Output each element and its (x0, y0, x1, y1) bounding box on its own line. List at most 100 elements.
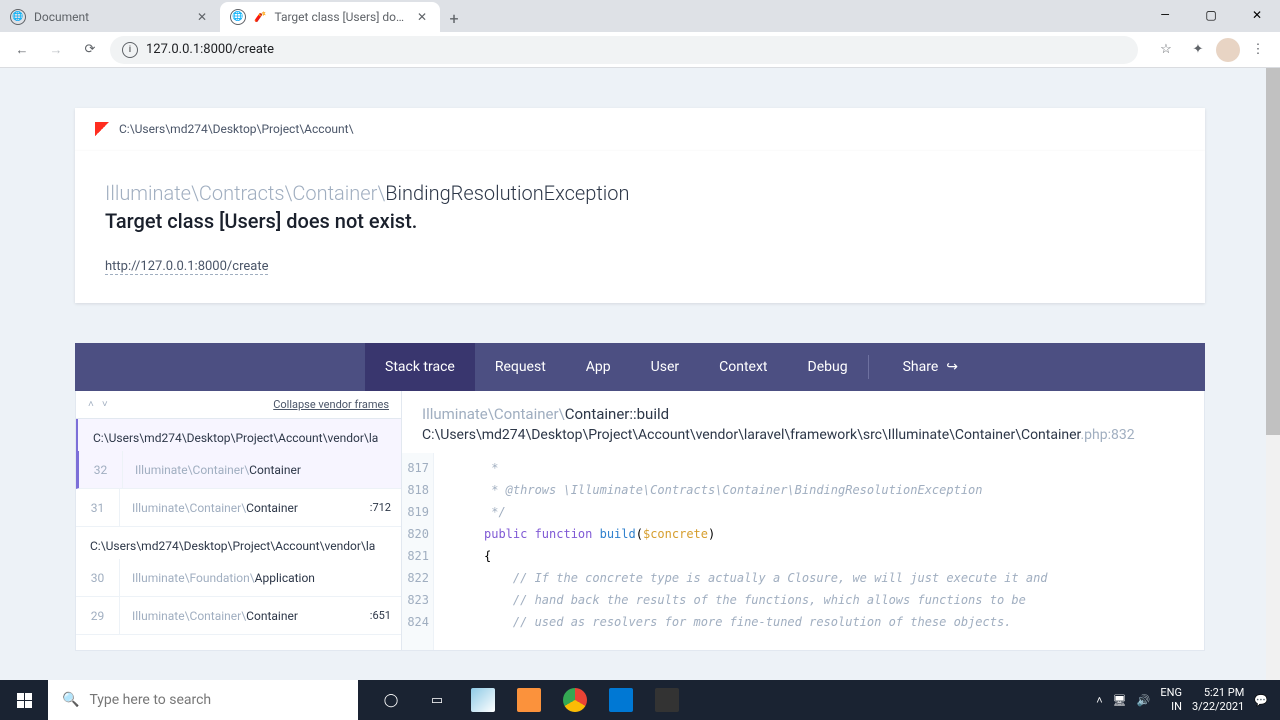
clock[interactable]: 5:21 PM3/22/2021 (1192, 686, 1244, 715)
url-text: 127.0.0.1:8000/create (146, 42, 274, 57)
code-namespace: Illuminate\Container\ (422, 405, 565, 423)
site-info-icon[interactable]: i (122, 42, 138, 58)
search-icon: 🔍 (62, 692, 79, 708)
stack-frame[interactable]: 31 Illuminate\Container\Container :712 (76, 489, 401, 527)
network-icon[interactable]: 🖥 (1113, 694, 1127, 707)
page-content: C:\Users\md274\Desktop\Project\Account\ … (0, 68, 1280, 680)
frame-number: 30 (76, 559, 120, 596)
start-button[interactable] (0, 680, 48, 720)
favicon-icon: 🧨 (254, 12, 266, 23)
error-card: Illuminate\Contracts\Container\BindingRe… (75, 151, 1205, 303)
frame-class: Container (246, 501, 298, 515)
back-button[interactable]: ← (8, 36, 36, 64)
share-label: Share (903, 359, 939, 375)
frame-number: 31 (76, 489, 120, 526)
menu-icon[interactable]: ⋮ (1244, 36, 1272, 64)
task-view-icon[interactable]: ▭ (414, 680, 460, 720)
frame-number: 32 (79, 451, 123, 488)
stack-frame[interactable]: 32 Illuminate\Container\Container (76, 451, 401, 489)
share-icon: ↪ (946, 359, 958, 375)
tab-document[interactable]: 🌐 Document ✕ (0, 2, 220, 32)
close-icon[interactable]: ✕ (194, 9, 210, 25)
error-message: Target class [Users] does not exist. (105, 209, 1175, 233)
profile-avatar[interactable] (1216, 38, 1240, 62)
reload-button[interactable]: ⟳ (76, 36, 104, 64)
frame-class: Application (255, 571, 315, 585)
frame-nav-down-icon[interactable]: ˅ (102, 399, 110, 410)
tab-stack-trace[interactable]: Stack trace (365, 343, 475, 391)
tab-error-page[interactable]: 🌐 🧨 Target class [Users] does not ✕ (220, 2, 440, 32)
taskbar-search[interactable]: 🔍 Type here to search (48, 680, 358, 720)
address-bar[interactable]: i 127.0.0.1:8000/create (110, 36, 1138, 64)
tab-title: Target class [Users] does not (274, 10, 406, 24)
code-file-line: .php:832 (1080, 427, 1134, 443)
scrollbar-thumb[interactable] (1266, 68, 1280, 435)
bookmark-icon[interactable]: ☆ (1152, 36, 1180, 64)
frame-class: Container (249, 463, 301, 477)
frames-sidebar: ˄ ˅ Collapse vendor frames C:\Users\md27… (76, 391, 402, 650)
close-icon[interactable]: ✕ (414, 9, 430, 25)
app-vscode[interactable] (598, 680, 644, 720)
tab-request[interactable]: Request (475, 343, 566, 391)
code-viewer: Illuminate\Container\Container::build C:… (402, 391, 1204, 650)
browser-toolbar: ← → ⟳ i 127.0.0.1:8000/create ☆ ✦ ⋮ (0, 32, 1280, 68)
stack-frame[interactable]: 29 Illuminate\Container\Container :651 (76, 597, 401, 635)
windows-taskbar: 🔍 Type here to search ◯ ▭ ˄ 🖥 🔊 ENGIN 5:… (0, 680, 1280, 720)
globe-icon: 🌐 (230, 9, 246, 25)
code-method: Container::build (565, 405, 669, 423)
tab-strip: 🌐 Document ✕ 🌐 🧨 Target class [Users] do… (0, 0, 1280, 32)
globe-icon: 🌐 (10, 9, 26, 25)
tab-user[interactable]: User (631, 343, 699, 391)
tab-debug[interactable]: Debug (788, 343, 868, 391)
notifications-icon[interactable]: 💬 (1254, 694, 1268, 707)
language-indicator[interactable]: ENGIN (1160, 686, 1182, 715)
window-controls: — ▢ ✕ (1142, 0, 1280, 30)
laravel-icon (95, 122, 109, 136)
tray-up-icon[interactable]: ˄ (1096, 694, 1102, 707)
extensions-icon[interactable]: ✦ (1184, 36, 1212, 64)
tab-app[interactable]: App (566, 343, 631, 391)
frame-namespace: Illuminate\Foundation\ (120, 571, 255, 585)
page-scrollbar[interactable] (1266, 68, 1280, 680)
project-path: C:\Users\md274\Desktop\Project\Account\ (119, 122, 354, 136)
frame-line: :651 (370, 609, 401, 622)
ignition-nav: Stack trace Request App User Context Deb… (75, 343, 1205, 391)
minimize-button[interactable]: — (1142, 0, 1188, 30)
maximize-button[interactable]: ▢ (1188, 0, 1234, 30)
error-url-link[interactable]: http://127.0.0.1:8000/create (105, 259, 268, 275)
frame-namespace: Illuminate\Container\ (120, 501, 246, 515)
share-button[interactable]: Share ↪ (883, 359, 978, 375)
volume-icon[interactable]: 🔊 (1137, 694, 1151, 707)
source-code[interactable]: * * @throws \Illuminate\Contracts\Contai… (434, 453, 1048, 650)
cortana-icon[interactable]: ◯ (368, 680, 414, 720)
new-tab-button[interactable]: + (440, 4, 468, 32)
close-window-button[interactable]: ✕ (1234, 0, 1280, 30)
collapse-vendor-link[interactable]: Collapse vendor frames (273, 398, 389, 411)
exception-class: BindingResolutionException (385, 181, 629, 205)
code-file-path: C:\Users\md274\Desktop\Project\Account\v… (422, 427, 1080, 443)
divider (868, 355, 869, 379)
app-weather[interactable] (460, 680, 506, 720)
stack-trace-panel: ˄ ˅ Collapse vendor frames C:\Users\md27… (75, 391, 1205, 651)
frame-nav-up-icon[interactable]: ˄ (88, 399, 96, 410)
frame-namespace: Illuminate\Container\ (123, 463, 249, 477)
frame-group-path[interactable]: C:\Users\md274\Desktop\Project\Account\v… (76, 527, 401, 559)
stack-frame[interactable]: 30 Illuminate\Foundation\Application (76, 559, 401, 597)
tab-title: Document (34, 10, 186, 24)
exception-namespace: Illuminate\Contracts\Container\ (105, 181, 385, 205)
app-terminal[interactable] (644, 680, 690, 720)
search-placeholder: Type here to search (89, 692, 211, 708)
code-block: 817818819820821822823824 * * @throws \Il… (402, 453, 1204, 650)
frame-line: :712 (370, 501, 401, 514)
forward-button[interactable]: → (42, 36, 70, 64)
line-gutter: 817818819820821822823824 (402, 453, 434, 650)
windows-icon (17, 693, 32, 708)
frame-class: Container (246, 609, 298, 623)
app-xampp[interactable] (506, 680, 552, 720)
app-chrome[interactable] (552, 680, 598, 720)
frame-number: 29 (76, 597, 120, 634)
frame-namespace: Illuminate\Container\ (120, 609, 246, 623)
tab-context[interactable]: Context (699, 343, 787, 391)
project-path-bar: C:\Users\md274\Desktop\Project\Account\ (75, 108, 1205, 151)
frame-group-path[interactable]: C:\Users\md274\Desktop\Project\Account\v… (76, 419, 401, 451)
